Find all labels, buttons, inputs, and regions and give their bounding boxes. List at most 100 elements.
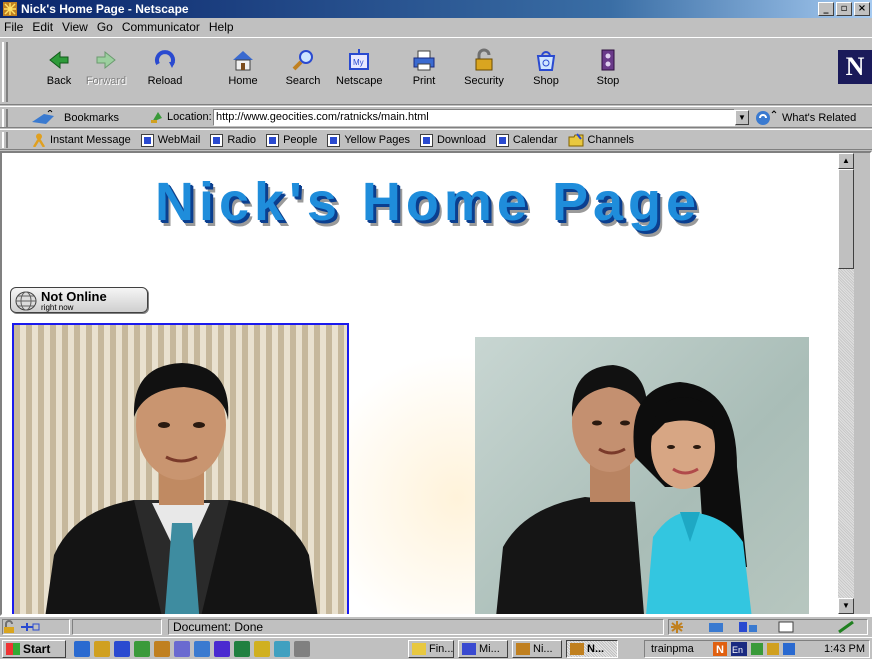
couple-photo[interactable] [475,337,809,614]
outlook-express-icon[interactable] [94,641,110,657]
excel-icon[interactable] [234,641,250,657]
tray-user-label[interactable]: trainpma [651,643,694,655]
page-heading: Nick's Home Page [154,172,702,232]
word-icon[interactable] [214,641,230,657]
restore-button[interactable]: ▫ [836,2,852,16]
start-button[interactable]: Start [2,640,66,658]
security-lock-icon [475,48,493,71]
scroll-thumb[interactable] [838,169,854,269]
component-bar [668,619,868,635]
vertical-scrollbar[interactable]: ▲ ▼ [838,153,854,614]
close-button[interactable]: × [854,2,870,16]
browser-content-frame: Nick's Home Page Not Online right now ▲ … [0,151,872,616]
netscape-icon: My [349,49,369,70]
channels-folder-icon [568,133,584,147]
quick-launch-icon[interactable] [194,641,210,657]
radio-link[interactable]: Radio [210,133,256,147]
window-title: Nick's Home Page - Netscape [21,2,189,16]
security-button[interactable]: Security [461,42,507,102]
channels-link[interactable]: Channels [568,133,634,147]
search-button[interactable]: Search [280,42,326,102]
security-status-panel[interactable] [2,619,70,635]
back-arrow-icon [49,50,69,70]
security-status-icon [4,620,40,633]
status-subtext: right now [41,303,74,312]
yellow-pages-link[interactable]: Yellow Pages [327,133,410,147]
stop-icon [601,49,615,71]
status-message: Document: Done [168,619,664,635]
whats-related-icon [756,110,777,125]
scroll-up-button[interactable]: ▲ [838,153,854,169]
status-globe-icon [15,291,37,311]
task-button-netscape[interactable]: Ni... [512,640,562,658]
whats-related-button[interactable]: What's Related [754,110,856,126]
menu-help[interactable]: Help [209,20,234,34]
forward-arrow-icon [96,50,116,70]
forward-button[interactable]: Forward [83,42,129,102]
people-link[interactable]: People [266,133,317,147]
url-input[interactable]: http://www.geocities.com/ratnicks/main.h… [213,109,735,126]
print-button[interactable]: Print [401,42,447,102]
bookmark-page-icon [495,133,509,147]
system-tray: trainpma N En 1:43 PM [644,640,870,658]
couple-photo-image [496,365,752,614]
webmail-link[interactable]: WebMail [140,133,200,147]
quick-launch-icon[interactable] [114,641,130,657]
quick-launch-icon[interactable] [134,641,150,657]
toolbar-grip[interactable] [2,109,8,127]
stop-button[interactable]: Stop [585,42,631,102]
menu-file[interactable]: File [4,20,23,34]
window-title-bar[interactable]: Nick's Home Page - Netscape _ ▫ × [0,0,872,18]
show-desktop-icon[interactable] [294,641,310,657]
bookmarks-icon [32,110,54,124]
download-link[interactable]: Download [419,133,486,147]
netscape-logo[interactable]: N [838,50,872,84]
toolbar-grip[interactable] [2,42,8,102]
home-button[interactable]: Home [220,42,266,102]
internet-explorer-icon[interactable] [74,641,90,657]
shop-button[interactable]: Shop [523,42,569,102]
bookmark-page-icon [266,133,280,147]
bookmark-page-icon [140,133,154,147]
search-icon [292,50,313,71]
back-button[interactable]: Back [36,42,82,102]
menu-communicator[interactable]: Communicator [122,20,200,34]
shop-icon [536,51,556,71]
task-button-folder[interactable]: Fin... [408,640,454,658]
status-text: Not Online [41,289,107,304]
quick-launch-icon[interactable] [174,641,190,657]
progress-panel [72,619,162,635]
svg-text:N: N [716,644,724,656]
netscape-quick-launch-icon[interactable] [154,641,170,657]
instant-message-link[interactable]: Instant Message [32,133,131,147]
online-status-indicator[interactable]: Not Online right now [10,287,148,313]
menu-edit[interactable]: Edit [32,20,53,34]
taskbar-clock[interactable]: 1:43 PM [824,643,865,655]
quick-launch-icon[interactable] [274,641,290,657]
svg-text:My: My [353,58,364,67]
menu-view[interactable]: View [62,20,88,34]
url-history-dropdown[interactable]: ▼ [735,110,749,125]
portrait-photo-image [45,363,318,614]
scroll-down-button[interactable]: ▼ [838,598,854,614]
calendar-link[interactable]: Calendar [495,133,558,147]
toolbar-grip[interactable] [2,132,8,148]
search-quick-icon[interactable] [254,641,270,657]
web-page[interactable]: Nick's Home Page Not Online right now ▲ … [2,153,854,614]
task-button-word[interactable]: Mi... [458,640,508,658]
bookmark-page-icon [327,133,341,147]
bookmarks-button[interactable]: Bookmarks [30,110,119,126]
portrait-photo[interactable] [12,323,349,614]
page-proxy-icon[interactable] [150,110,164,124]
print-icon [413,50,435,71]
windows-logo-icon [6,643,20,655]
browser-status-bar: Document: Done [0,616,872,636]
location-label: Location: [150,110,212,124]
bookmarks-label: Bookmarks [64,112,120,124]
netscape-button[interactable]: My Netscape [336,42,382,102]
task-button-netscape-active[interactable]: N... [566,640,618,658]
minimize-button[interactable]: _ [818,2,834,16]
menu-go[interactable]: Go [97,20,113,34]
navigation-toolbar: Back Forward Reload Home Search My Netsc… [0,37,872,105]
reload-button[interactable]: Reload [142,42,188,102]
